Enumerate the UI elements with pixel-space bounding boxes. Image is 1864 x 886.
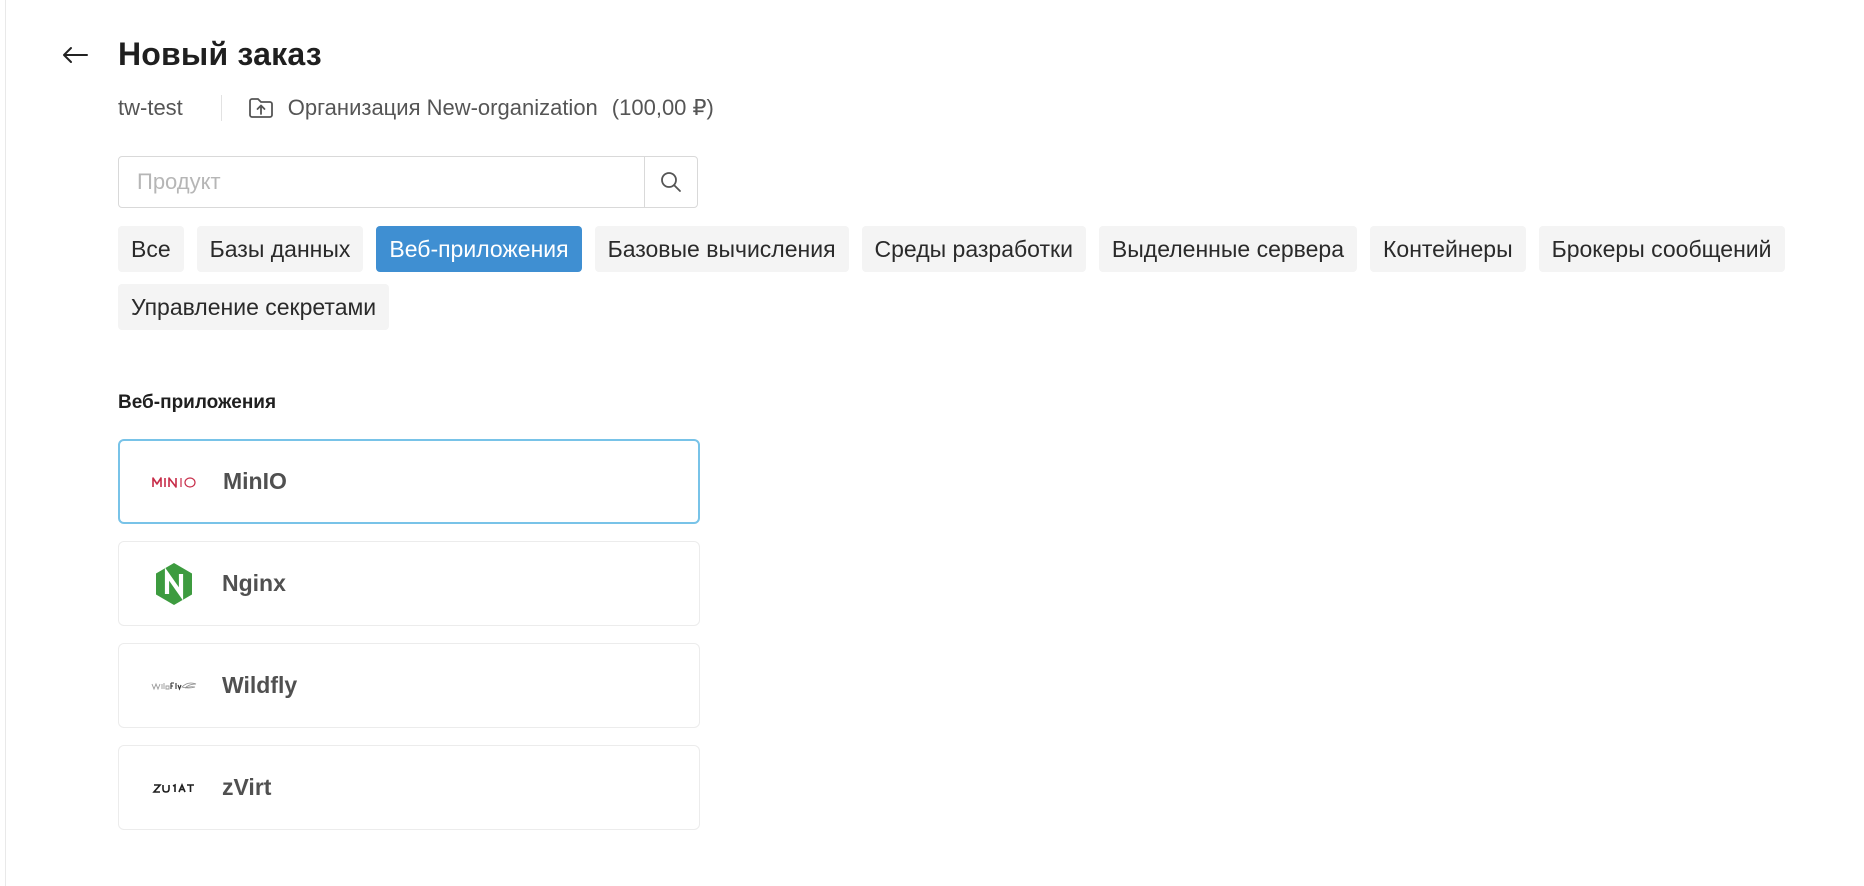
product-card-minio[interactable]: MinIO bbox=[118, 439, 700, 524]
product-name: Wildfly bbox=[222, 672, 298, 698]
left-divider bbox=[5, 0, 6, 886]
product-list: MinIO Nginx Wildfly zVirt bbox=[118, 439, 700, 830]
zvirt-logo-icon bbox=[142, 781, 206, 795]
arrow-left-icon bbox=[63, 46, 88, 63]
tab-dedicated-servers[interactable]: Выделенные сервера bbox=[1098, 226, 1357, 272]
wildfly-logo-icon bbox=[142, 679, 206, 693]
tab-secrets-management[interactable]: Управление секретами bbox=[118, 284, 390, 330]
page-title: Новый заказ bbox=[118, 36, 322, 72]
product-name: zVirt bbox=[222, 774, 272, 800]
category-tabs: Все Базы данных Веб-приложения Базовые в… bbox=[118, 226, 1818, 330]
organization-link[interactable]: Организация New-organization bbox=[248, 95, 598, 121]
product-search bbox=[118, 156, 698, 208]
search-button[interactable] bbox=[644, 157, 697, 207]
organization-name: Организация New-organization bbox=[287, 95, 598, 120]
product-card-wildfly[interactable]: Wildfly bbox=[118, 643, 700, 728]
tab-containers[interactable]: Контейнеры bbox=[1370, 226, 1526, 272]
tab-databases[interactable]: Базы данных bbox=[196, 226, 364, 272]
minio-logo-icon bbox=[143, 475, 207, 489]
product-name: Nginx bbox=[222, 570, 286, 596]
back-button[interactable] bbox=[60, 40, 90, 70]
tab-basic-compute[interactable]: Базовые вычисления bbox=[594, 226, 849, 272]
search-input[interactable] bbox=[119, 157, 644, 207]
tab-web-apps[interactable]: Веб-приложения bbox=[376, 226, 582, 272]
search-icon bbox=[661, 172, 681, 192]
folder-upload-icon bbox=[248, 98, 273, 118]
page-header: Новый заказ bbox=[60, 36, 322, 73]
order-context: tw-test Организация New-organization (10… bbox=[118, 95, 714, 121]
tab-dev-environments[interactable]: Среды разработки bbox=[861, 226, 1086, 272]
tab-message-brokers[interactable]: Брокеры сообщений bbox=[1538, 226, 1785, 272]
product-card-nginx[interactable]: Nginx bbox=[118, 541, 700, 626]
tab-all[interactable]: Все bbox=[118, 226, 184, 272]
nginx-logo-icon bbox=[142, 561, 206, 607]
meta-divider bbox=[220, 95, 222, 121]
product-card-zvirt[interactable]: zVirt bbox=[118, 745, 700, 830]
section-title: Веб-приложения bbox=[118, 392, 277, 413]
project-name: tw-test bbox=[118, 95, 183, 120]
product-name: MinIO bbox=[223, 468, 287, 494]
balance: (100,00 ₽) bbox=[611, 95, 714, 120]
